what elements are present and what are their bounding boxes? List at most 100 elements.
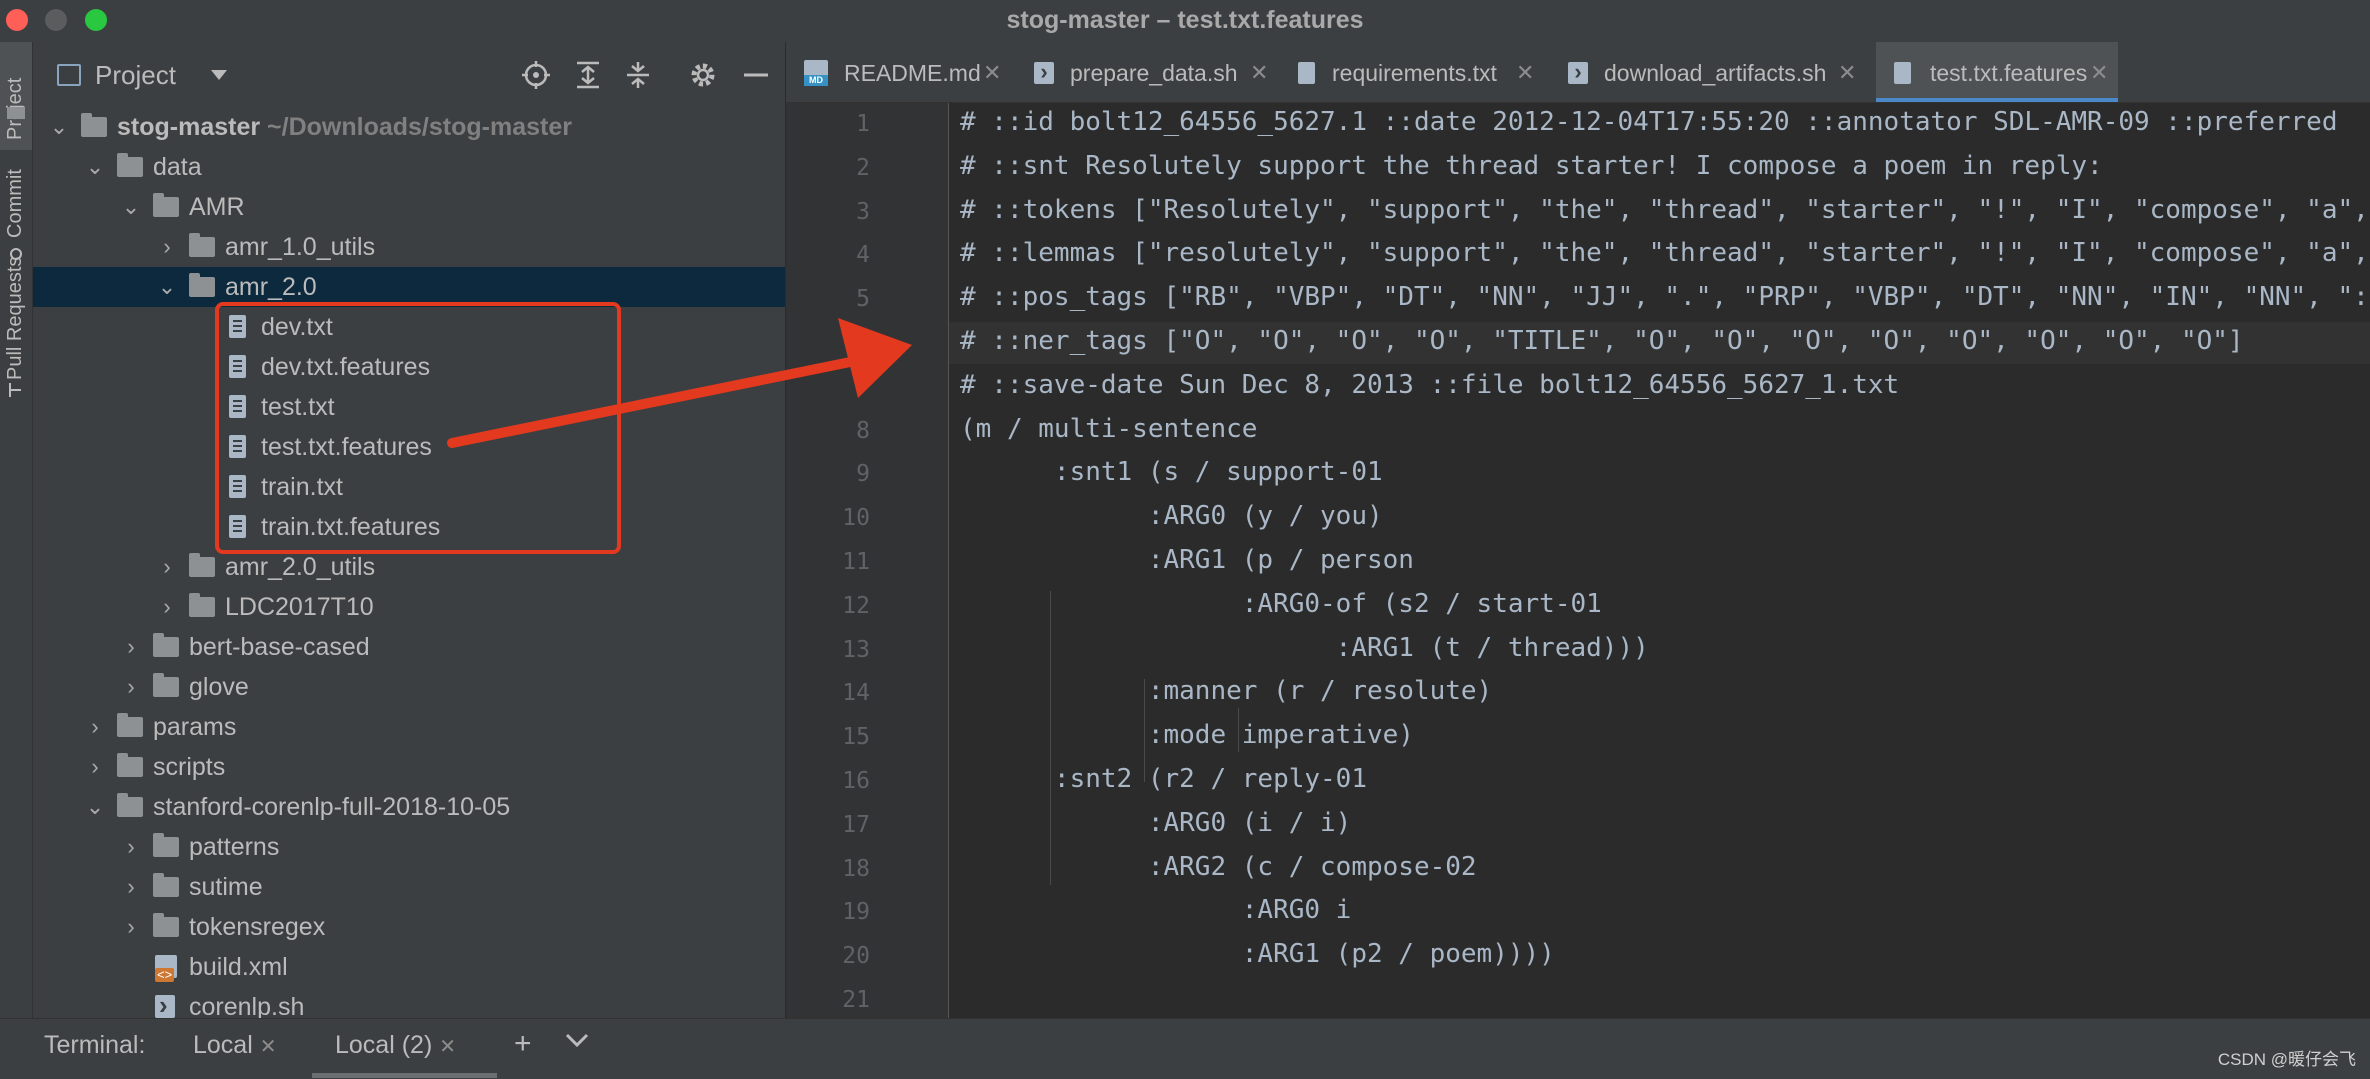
project-panel-title[interactable]: Project	[95, 60, 176, 91]
text-file-icon	[229, 355, 246, 378]
folder-icon	[117, 793, 143, 817]
code-line: :ARG0 (i / i)	[960, 807, 1352, 838]
hide-panel-icon[interactable]	[741, 60, 771, 96]
tree-row-amr-2-0-utils[interactable]: › amr_2.0_utils	[33, 547, 785, 587]
folder-icon	[7, 102, 25, 119]
tab-download-artifacts-sh[interactable]: › download_artifacts.sh ✕	[1550, 42, 1866, 102]
terminal-tab-label: Local (2)	[335, 1031, 433, 1059]
tree-item-label: dev.txt.features	[261, 353, 431, 381]
tree-row-bert-base-cased[interactable]: › bert-base-cased	[33, 627, 785, 667]
shell-file-icon	[155, 985, 175, 1025]
folder-icon	[153, 193, 179, 217]
tree-row-amr[interactable]: ⌄ AMR	[33, 187, 785, 227]
code-line: # ::id bolt12_64556_5627.1 ::date 2012-1…	[960, 107, 2338, 137]
chevron-right-icon[interactable]: ›	[121, 627, 141, 667]
locate-file-icon[interactable]	[521, 60, 551, 96]
close-icon[interactable]: ✕	[260, 1036, 277, 1058]
code-line: :ARG2 (c / compose-02	[960, 851, 1477, 882]
xml-file-icon	[155, 955, 177, 982]
tree-row-patterns[interactable]: › patterns	[33, 827, 785, 867]
terminal-options-button[interactable]	[564, 1023, 590, 1061]
tree-row-tokensregex[interactable]: › tokensregex	[33, 907, 785, 947]
terminal-label: Terminal:	[44, 1031, 146, 1059]
tree-row-sutime[interactable]: › sutime	[33, 867, 785, 907]
line-number: 4	[856, 242, 870, 269]
tool-tab-pull-requests[interactable]: Pull Requests	[0, 257, 32, 402]
tree-row-amr-2-0[interactable]: ⌄ amr_2.0	[33, 267, 785, 307]
tree-item-label: patterns	[189, 833, 280, 861]
folder-icon	[153, 913, 179, 937]
tree-row-test-txt[interactable]: test.txt	[33, 387, 785, 427]
tree-row-data[interactable]: ⌄ data	[33, 147, 785, 187]
tab-prepare-data-sh[interactable]: › prepare_data.sh ✕	[1018, 42, 1280, 102]
tree-row-amr-1-0-utils[interactable]: › amr_1.0_utils	[33, 227, 785, 267]
chevron-down-icon[interactable]: ⌄	[85, 787, 105, 827]
line-number: 2	[856, 154, 870, 181]
tab-label: requirements.txt	[1332, 60, 1497, 86]
tab-test-txt-features[interactable]: test.txt.features ✕	[1876, 42, 2118, 102]
line-number: 20	[842, 943, 870, 970]
tool-tab-commit-label: Commit	[4, 169, 26, 238]
tool-tab-commit[interactable]: Commit	[0, 162, 32, 262]
markdown-icon: MD	[804, 60, 828, 86]
tool-tab-project[interactable]: Project	[0, 42, 32, 150]
tab-requirements-txt[interactable]: requirements.txt ✕	[1282, 42, 1548, 102]
tree-row-stog-master[interactable]: ⌄ stog-master ~/Downloads/stog-master	[33, 107, 785, 147]
chevron-right-icon[interactable]: ›	[121, 867, 141, 907]
collapse-all-icon[interactable]	[623, 60, 653, 96]
folder-icon	[189, 553, 215, 577]
tree-row-dev-txt-features[interactable]: dev.txt.features	[33, 347, 785, 387]
tree-row-test-txt-features[interactable]: test.txt.features	[33, 427, 785, 467]
tree-item-label: amr_2.0_utils	[225, 553, 376, 581]
project-path: ~/Downloads/stog-master	[267, 113, 572, 141]
project-icon	[57, 64, 81, 86]
folder-icon	[117, 753, 143, 777]
expand-all-icon[interactable]	[573, 60, 603, 96]
chevron-down-icon[interactable]: ⌄	[121, 187, 141, 227]
close-icon[interactable]: ✕	[1516, 42, 1534, 104]
code-line: :ARG0 i	[960, 895, 1352, 926]
chevron-right-icon[interactable]: ›	[121, 667, 141, 707]
chevron-right-icon[interactable]: ›	[121, 907, 141, 947]
close-icon[interactable]: ✕	[2090, 42, 2108, 104]
tree-row-stanford-corenlp[interactable]: ⌄ stanford-corenlp-full-2018-10-05	[33, 787, 785, 827]
code-line: (m / multi-sentence	[960, 413, 1258, 444]
terminal-tab-local-2[interactable]: Local (2) ✕	[335, 1031, 456, 1060]
tree-row-ldc2017t10[interactable]: › LDC2017T10	[33, 587, 785, 627]
close-icon[interactable]: ✕	[1838, 42, 1856, 104]
code-line: :ARG1 (t / thread)))	[960, 632, 1649, 663]
chevron-right-icon[interactable]: ›	[85, 707, 105, 747]
chevron-right-icon[interactable]: ›	[85, 747, 105, 787]
terminal-tab-local[interactable]: Local ✕	[193, 1031, 276, 1060]
new-terminal-button[interactable]: +	[514, 1027, 532, 1061]
chevron-right-icon[interactable]: ›	[121, 827, 141, 867]
tree-row-scripts[interactable]: › scripts	[33, 747, 785, 787]
tree-item-label: scripts	[153, 753, 226, 781]
tree-row-build-xml[interactable]: build.xml	[33, 947, 785, 987]
line-number: 9	[856, 461, 870, 488]
tree-row-train-txt[interactable]: train.txt	[33, 467, 785, 507]
tree-row-train-txt-features[interactable]: train.txt.features	[33, 507, 785, 547]
close-icon[interactable]: ✕	[439, 1036, 456, 1058]
text-file-icon	[229, 315, 246, 338]
text-file-icon	[229, 515, 246, 538]
chevron-right-icon[interactable]: ›	[157, 547, 177, 587]
tab-readme-md[interactable]: MD README.md ✕	[786, 42, 1016, 102]
chevron-down-icon[interactable]: ⌄	[49, 107, 69, 147]
gear-icon[interactable]	[688, 60, 718, 96]
tree-item-label: amr_2.0	[225, 273, 317, 301]
chevron-right-icon[interactable]: ›	[157, 587, 177, 627]
tree-item-label: amr_1.0_utils	[225, 233, 376, 261]
code-editor[interactable]: 1 # ::id bolt12_64556_5627.1 ::date 2012-…	[786, 103, 2370, 1018]
indent-guide	[1144, 679, 1145, 782]
close-icon[interactable]: ✕	[1250, 42, 1268, 104]
tree-item-label: dev.txt	[261, 313, 333, 341]
tree-row-glove[interactable]: › glove	[33, 667, 785, 707]
chevron-right-icon[interactable]: ›	[157, 227, 177, 267]
chevron-down-icon[interactable]: ⌄	[85, 147, 105, 187]
tree-row-params[interactable]: › params	[33, 707, 785, 747]
chevron-down-icon[interactable]	[211, 70, 227, 80]
tree-row-dev-txt[interactable]: dev.txt	[33, 307, 785, 347]
close-icon[interactable]: ✕	[983, 42, 1001, 104]
chevron-down-icon[interactable]: ⌄	[157, 267, 177, 307]
